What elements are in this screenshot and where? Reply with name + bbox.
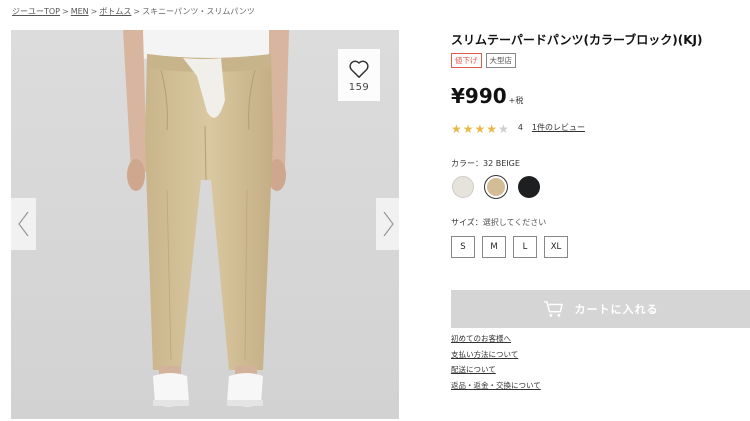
color-label: カラー：32 BEIGE	[451, 159, 520, 168]
cart-icon	[543, 301, 563, 317]
breadcrumb-link-top[interactable]: ジーユーTOP	[12, 7, 60, 16]
breadcrumb-separator: >	[62, 7, 69, 16]
gallery-prev-button[interactable]	[11, 198, 36, 250]
large-store-badge: 大型店	[485, 53, 516, 68]
star-empty-icon: ★	[498, 122, 509, 136]
star-filled-icon: ★	[451, 122, 462, 136]
breadcrumb-current: スキニーパンツ・スリムパンツ	[142, 7, 255, 16]
size-label-hint: 選択してください	[482, 218, 547, 227]
chevron-right-icon	[383, 211, 394, 237]
link-first-time-guide[interactable]: 初めてのお客様へ	[451, 331, 541, 347]
color-swatch-black[interactable]	[517, 175, 541, 199]
color-swatch-dot	[518, 176, 540, 198]
sale-badge: 値下げ	[451, 53, 482, 68]
size-l-button[interactable]: L	[513, 236, 537, 258]
product-title: スリムテーパードパンツ(カラーブロック)(KJ)	[451, 33, 703, 47]
breadcrumb-link-men[interactable]: MEN	[71, 7, 89, 16]
add-to-cart-label: カートに入れる	[574, 303, 659, 316]
size-label: サイズ：選択してください	[451, 217, 546, 228]
color-swatch-off-white[interactable]	[451, 175, 475, 199]
star-rating: ★★★★★	[451, 118, 510, 137]
add-to-cart-button[interactable]: カートに入れる	[451, 290, 750, 328]
size-m-button[interactable]: M	[482, 236, 506, 258]
size-options: S M L XL	[451, 236, 568, 258]
price: ¥990 +税	[451, 84, 523, 108]
chevron-left-icon	[18, 211, 29, 237]
rating-score: 4	[517, 123, 523, 132]
size-xl-button[interactable]: XL	[544, 236, 568, 258]
tax-note: +税	[508, 96, 524, 105]
star-filled-icon: ★	[462, 122, 474, 136]
favorite-count: 159	[348, 82, 370, 93]
help-links: 初めてのお客様へ 支払い方法について 配送について 返品・返金・交換について	[451, 331, 541, 393]
color-swatch-dot	[452, 176, 474, 198]
favorite-button[interactable]: 159	[338, 49, 380, 101]
badge-group: 値下げ 大型店	[451, 53, 516, 68]
review-link[interactable]: 1件のレビュー	[532, 122, 585, 133]
gallery-next-button[interactable]	[376, 198, 401, 250]
link-shipping[interactable]: 配送について	[451, 362, 541, 378]
link-returns[interactable]: 返品・返金・交換について	[451, 378, 541, 394]
link-payment-methods[interactable]: 支払い方法について	[451, 347, 541, 363]
price-value: ¥990	[451, 84, 507, 108]
breadcrumb-link-bottoms[interactable]: ボトムス	[99, 7, 131, 16]
size-s-button[interactable]: S	[451, 236, 475, 258]
star-filled-icon: ★	[486, 122, 498, 136]
size-label-prefix: サイズ：	[451, 218, 483, 227]
heart-icon	[349, 60, 369, 78]
breadcrumb-separator: >	[90, 7, 98, 16]
color-swatch-dot	[487, 178, 505, 196]
color-swatches	[451, 175, 541, 199]
breadcrumb-separator: >	[133, 7, 141, 16]
star-filled-icon: ★	[474, 122, 486, 136]
rating: ★★★★★ 4 1件のレビュー	[451, 118, 585, 137]
breadcrumb: ジーユーTOP > MEN > ボトムス > スキニーパンツ・スリムパンツ	[12, 6, 255, 17]
color-swatch-beige[interactable]	[484, 175, 508, 199]
